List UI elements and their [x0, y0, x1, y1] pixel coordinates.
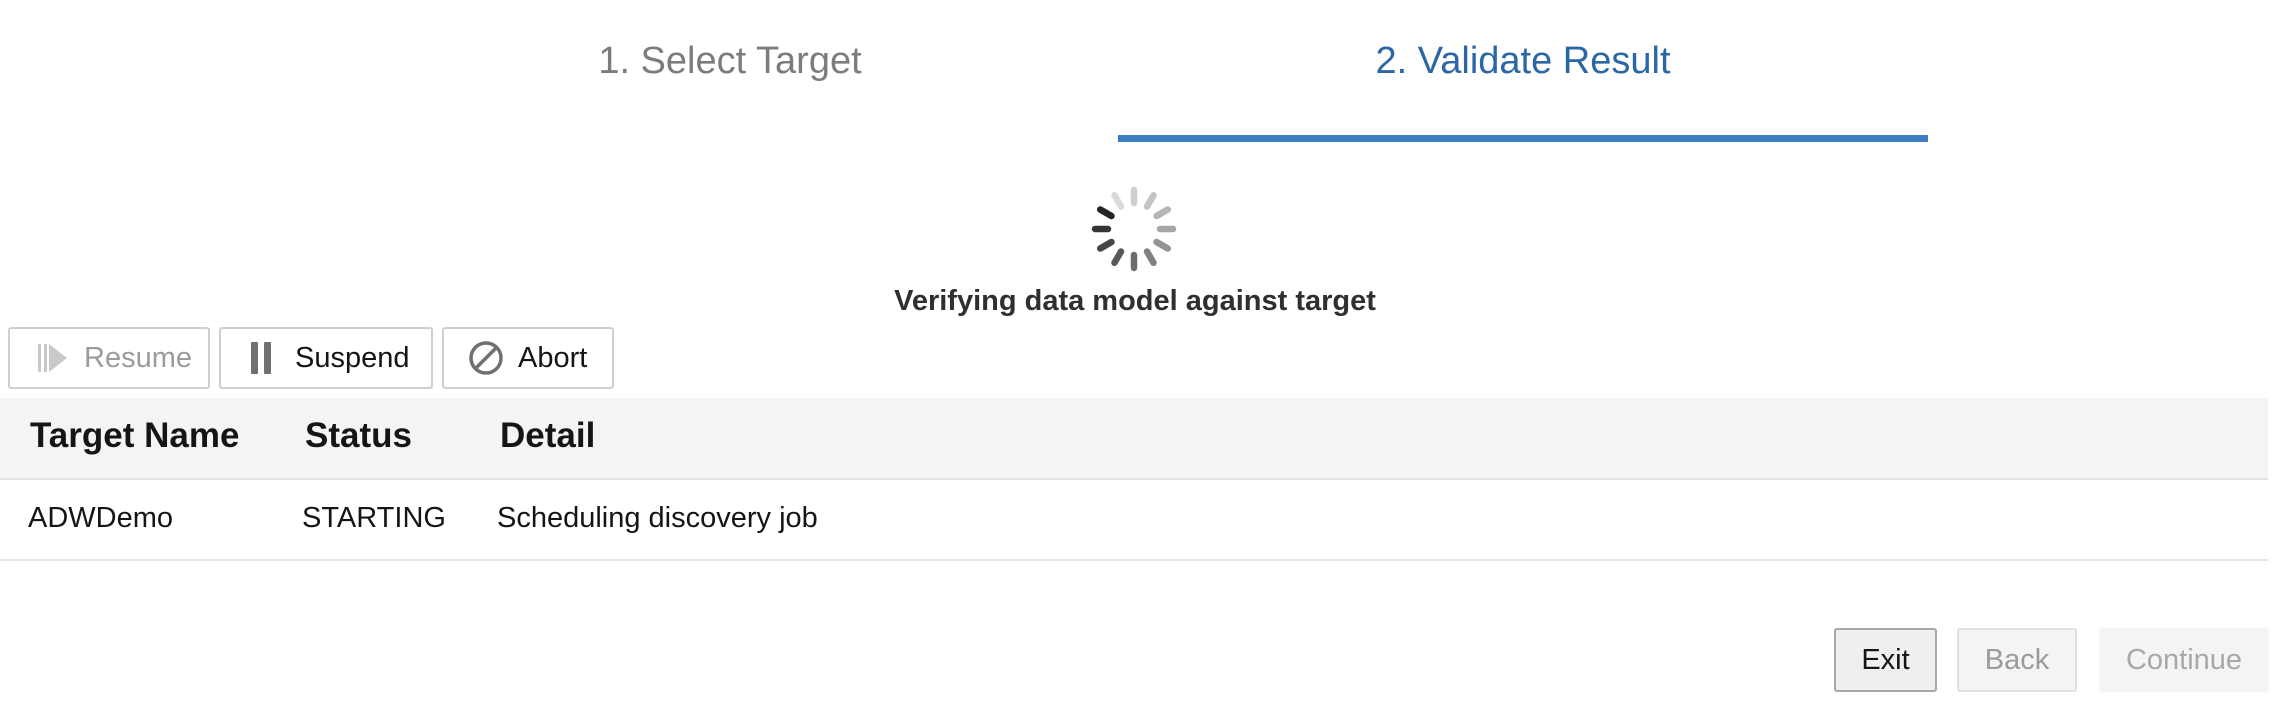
targets-table: Target Name Status Detail ADWDemo STARTI…: [0, 398, 2268, 561]
progress-message: Verifying data model against target: [894, 285, 1376, 317]
resume-icon: [38, 344, 67, 372]
back-button[interactable]: Back: [1957, 628, 2077, 692]
column-header-status[interactable]: Status: [305, 416, 412, 456]
cell-detail: Scheduling discovery job: [497, 502, 818, 534]
resume-label: Resume: [84, 341, 192, 374]
resume-button[interactable]: Resume: [8, 327, 210, 389]
table-header: Target Name Status Detail: [0, 398, 2268, 480]
step-train: 1. Select Target 2. Validate Result: [0, 0, 2286, 150]
abort-button[interactable]: Abort: [442, 327, 614, 389]
cell-target-name: ADWDemo: [28, 502, 174, 534]
abort-label: Abort: [518, 341, 588, 374]
column-header-detail[interactable]: Detail: [500, 416, 595, 456]
cell-status: STARTING: [302, 502, 446, 534]
table-row[interactable]: ADWDemo STARTING Scheduling discovery jo…: [0, 480, 2268, 561]
continue-button[interactable]: Continue: [2099, 628, 2269, 692]
suspend-button[interactable]: Suspend: [219, 327, 433, 389]
step-validate-result[interactable]: 2. Validate Result: [1118, 40, 1928, 83]
exit-button[interactable]: Exit: [1834, 628, 1937, 692]
column-header-target-name[interactable]: Target Name: [30, 416, 239, 456]
pause-icon: [251, 342, 271, 374]
spinner-icon: [1091, 186, 1177, 272]
suspend-label: Suspend: [295, 341, 410, 374]
active-step-indicator: [1118, 135, 1928, 142]
cancel-icon: [469, 341, 503, 375]
step-select-target[interactable]: 1. Select Target: [440, 40, 1020, 83]
